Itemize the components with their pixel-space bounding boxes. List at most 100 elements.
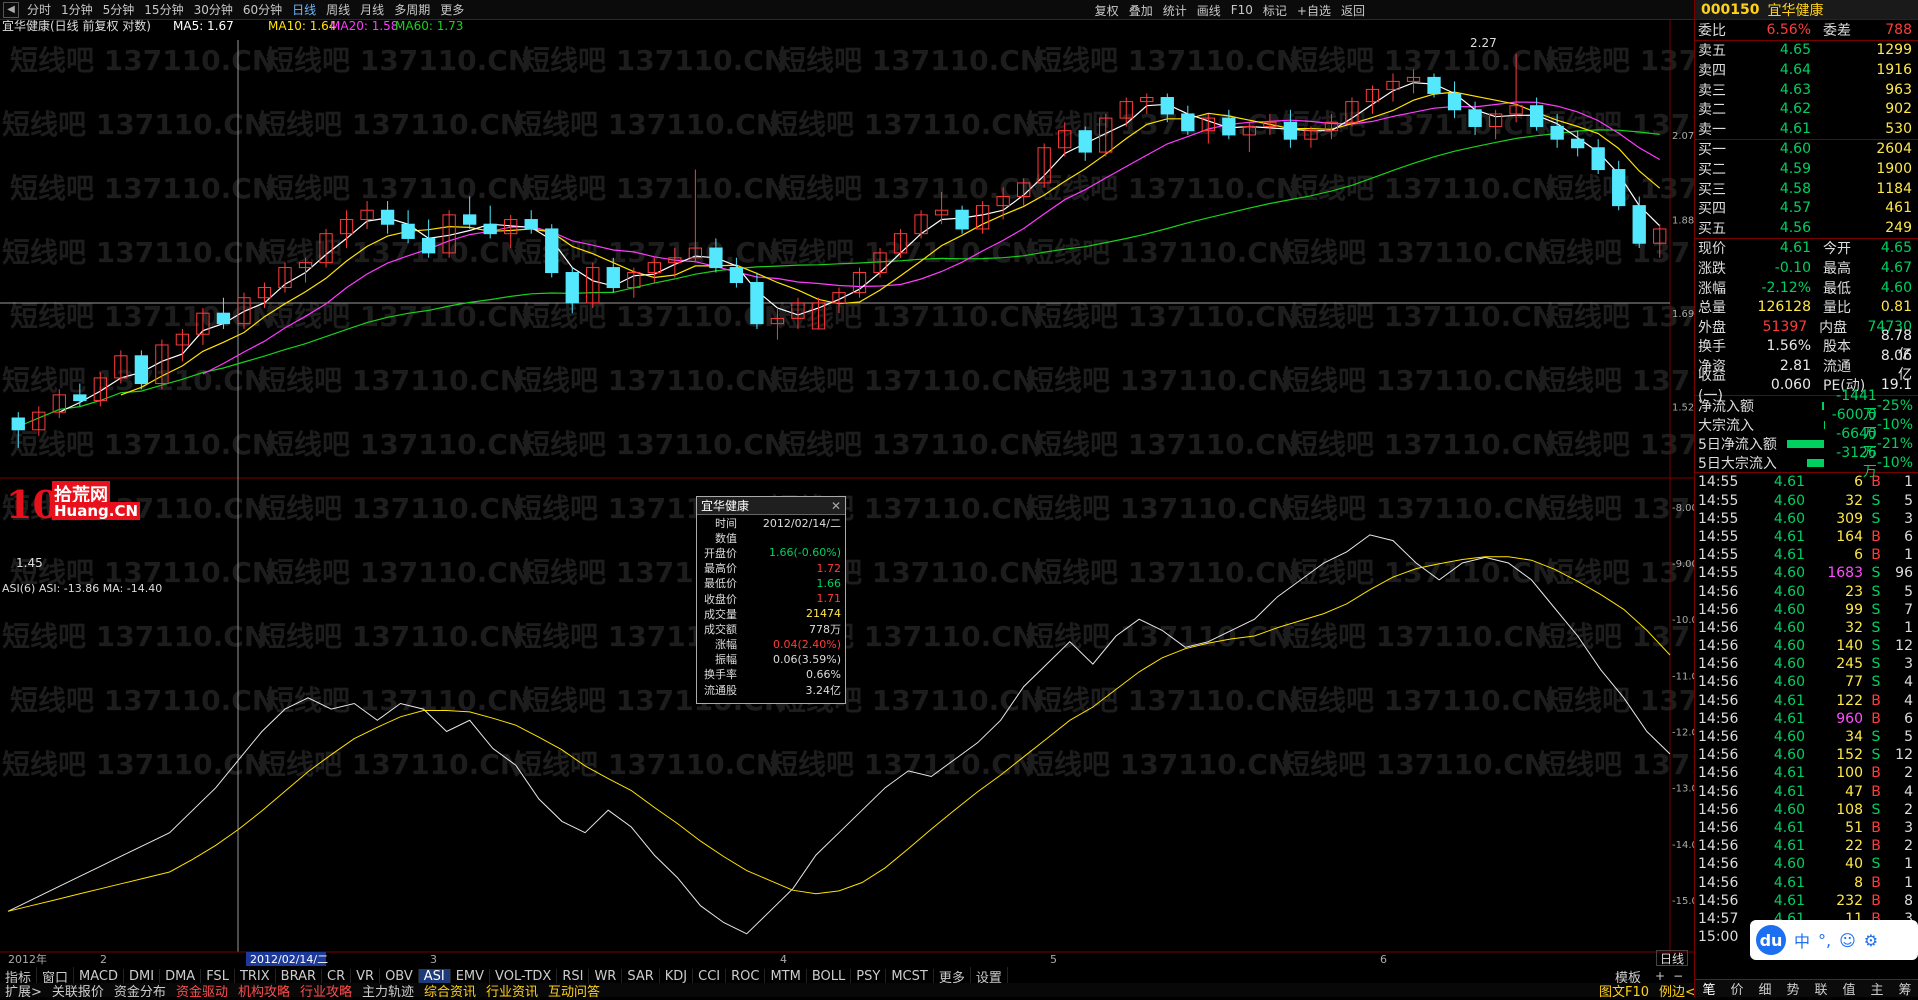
tooltip-key: 成交额 — [697, 621, 737, 637]
watermark-text: 短线吧 137110.CN — [1026, 108, 1291, 141]
tick-side: B — [1863, 711, 1889, 727]
kline-chart[interactable]: 短线吧 137110.CN短线吧 137110.CN短线吧 137110.CN短… — [0, 20, 1694, 968]
tool-4[interactable]: F10 — [1226, 3, 1258, 17]
candle-body — [566, 273, 578, 303]
tick-side: B — [1863, 529, 1889, 545]
watermark-text: 短线吧 137110.CN — [1034, 172, 1299, 205]
tooltip-title: 宜华健康 — [701, 497, 749, 514]
candle-body — [1592, 148, 1604, 170]
tool-3[interactable]: 画线 — [1192, 2, 1226, 19]
flow-label: 5日大宗流入 — [1695, 453, 1785, 473]
order-volume: 1916 — [1862, 62, 1918, 78]
candle-body — [710, 248, 722, 268]
candle-body — [1079, 131, 1091, 152]
period-3[interactable]: 15分钟 — [139, 1, 188, 18]
tooltip-key: 最高价 — [697, 560, 737, 576]
tick-volume: 77 — [1805, 674, 1863, 690]
period-0[interactable]: 分时 — [22, 1, 56, 18]
tick-count: 1 — [1889, 620, 1918, 636]
tool-5[interactable]: 标记 — [1258, 2, 1292, 19]
indicator-tab-17[interactable]: KDJ — [660, 969, 693, 984]
tooltip-row: 开盘价1.66(-0.60%) — [697, 545, 845, 560]
watermark-text: 短线吧 137110.CN — [1034, 300, 1299, 333]
tick-time: 15:00 — [1695, 929, 1749, 945]
indicator-tab-22[interactable]: PSY — [851, 969, 886, 984]
candle-body — [1161, 98, 1173, 114]
tooltip-row: 振幅0.06(3.59%) — [697, 652, 845, 667]
back-icon[interactable]: ◀ — [3, 2, 19, 18]
panel-tab-4[interactable]: 联 — [1807, 979, 1835, 998]
panel-tab-1[interactable]: 价 — [1723, 979, 1751, 998]
panel-tab-6[interactable]: 主 — [1863, 979, 1891, 998]
close-icon[interactable]: ✕ — [831, 499, 845, 513]
order-label: 买三 — [1695, 179, 1747, 199]
tick-side: S — [1863, 747, 1889, 763]
legend-ma5: MA5: 1.67 — [173, 20, 234, 33]
tooltip-key: 收盘价 — [697, 591, 737, 607]
period-2[interactable]: 5分钟 — [98, 1, 140, 18]
flow-bar-fill — [1787, 440, 1824, 448]
watermark-text: 短线吧 137110.CN — [2, 236, 267, 269]
order-row: 卖三4.63963 — [1695, 80, 1918, 100]
watermark-text: 短线吧 137110.CN — [266, 684, 531, 717]
watermark-text: 短线吧 137110.CN — [1546, 428, 1694, 461]
period-9[interactable]: 多周期 — [389, 1, 435, 18]
input-method-bar[interactable]: du 中 °, ☺ ⚙ — [1750, 920, 1918, 960]
stat-label: 换手 — [1695, 336, 1747, 356]
candle-body — [135, 356, 147, 384]
watermark-text: 短线吧 137110.CN — [514, 108, 779, 141]
cursor-date: 2012/02/14/二 — [250, 953, 328, 966]
tick-count: 1 — [1889, 474, 1918, 490]
indicator-tab-21[interactable]: BOLL — [807, 969, 851, 984]
panel-tab-0[interactable]: 笔 — [1695, 979, 1723, 998]
order-row: 买五4.56249 — [1695, 218, 1918, 238]
tick-side: B — [1863, 693, 1889, 709]
indicator-tab-23[interactable]: MCST — [886, 969, 934, 984]
indicator-tab-16[interactable]: SAR — [622, 969, 659, 984]
watermark-text: 短线吧 137110.CN — [778, 300, 1043, 333]
tick-side: S — [1863, 493, 1889, 509]
tick-time: 14:57 — [1695, 911, 1749, 927]
order-row: 买一4.602604 — [1695, 140, 1918, 160]
period-4[interactable]: 30分钟 — [189, 1, 238, 18]
tooltip-row: 涨幅0.04(2.40%) — [697, 637, 845, 652]
tick-price: 4.60 — [1749, 674, 1805, 690]
period-1[interactable]: 1分钟 — [56, 1, 98, 18]
period-10[interactable]: 更多 — [435, 1, 469, 18]
tick-time: 14:56 — [1695, 856, 1749, 872]
period-8[interactable]: 月线 — [355, 1, 389, 18]
tool-7[interactable]: 返回 — [1336, 2, 1370, 19]
panel-tab-2[interactable]: 细 — [1751, 979, 1779, 998]
tick-time: 14:56 — [1695, 674, 1749, 690]
tick-count: 8 — [1889, 893, 1918, 909]
panel-tab-5[interactable]: 值 — [1835, 979, 1863, 998]
watermark-text: 短线吧 137110.CN — [1282, 748, 1547, 781]
tick-time: 14:55 — [1695, 474, 1749, 490]
period-5[interactable]: 60分钟 — [238, 1, 287, 18]
chart-grid — [0, 20, 1694, 952]
order-price: 4.65 — [1747, 42, 1811, 58]
tick-price: 4.60 — [1749, 802, 1805, 818]
indicator-tab-20[interactable]: MTM — [765, 969, 806, 984]
stat-value: 4.67 — [1873, 260, 1918, 276]
tick-time: 14:55 — [1695, 511, 1749, 527]
tool-1[interactable]: 叠加 — [1124, 2, 1158, 19]
panel-tab-7[interactable]: 筹 — [1891, 979, 1918, 998]
tool-0[interactable]: 复权 — [1090, 2, 1124, 19]
tool-2[interactable]: 统计 — [1158, 2, 1192, 19]
period-6[interactable]: 日线 — [287, 1, 321, 18]
watermark-text: 短线吧 137110.CN — [1282, 108, 1547, 141]
tick-time: 14:56 — [1695, 747, 1749, 763]
tool-6[interactable]: +自选 — [1292, 2, 1336, 19]
panel-tab-3[interactable]: 势 — [1779, 979, 1807, 998]
indicator-tab-18[interactable]: CCI — [693, 969, 726, 984]
tick-price: 4.60 — [1749, 856, 1805, 872]
period-tag[interactable]: 日线 — [1656, 950, 1688, 966]
watermark-text: 短线吧 137110.CN — [1290, 556, 1555, 589]
tick-time: 14:55 — [1695, 565, 1749, 581]
period-7[interactable]: 周线 — [321, 1, 355, 18]
tick-volume: 23 — [1805, 584, 1863, 600]
stat-row: 现价4.61今开4.65 — [1695, 239, 1918, 259]
time-tick: 6 — [1380, 953, 1387, 966]
indicator-tab-19[interactable]: ROC — [726, 969, 765, 984]
